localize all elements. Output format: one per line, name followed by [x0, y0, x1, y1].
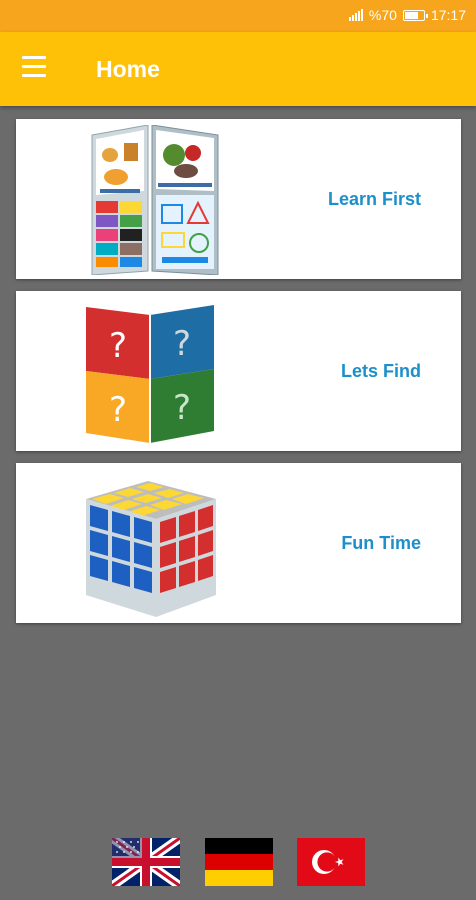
learn-first-card[interactable]: Learn First [16, 119, 461, 279]
battery-icon [402, 9, 428, 21]
question-cube-image: ? ? ? ? [86, 305, 214, 443]
svg-text:?: ? [173, 388, 191, 428]
fun-time-card[interactable]: Fun Time [16, 463, 461, 623]
flashcards-image [91, 125, 219, 275]
lets-find-card[interactable]: ? ? ? ? Lets Find [16, 291, 461, 451]
language-selector [0, 838, 476, 886]
clock: 17:17 [430, 7, 466, 23]
svg-text:?: ? [109, 390, 127, 430]
battery-percent: %70 [368, 7, 397, 23]
uk-flag-icon[interactable] [112, 838, 180, 886]
lets-find-label: Lets Find [341, 361, 421, 381]
turkey-flag-icon[interactable] [297, 838, 365, 886]
signal-bars-icon [348, 9, 363, 21]
germany-flag-icon[interactable] [205, 838, 273, 886]
svg-text:?: ? [173, 324, 191, 364]
svg-text:?: ? [109, 326, 127, 366]
app-bar: Home [0, 32, 476, 106]
learn-first-label: Learn First [327, 189, 421, 209]
rubiks-cube-image [86, 481, 216, 617]
status-bar: %70 17:17 [0, 0, 476, 32]
status-indicators: %70 17:17 [348, 7, 466, 23]
hamburger-menu-icon[interactable] [22, 56, 52, 82]
fun-time-label: Fun Time [341, 533, 421, 553]
page-title: Home [96, 56, 160, 82]
